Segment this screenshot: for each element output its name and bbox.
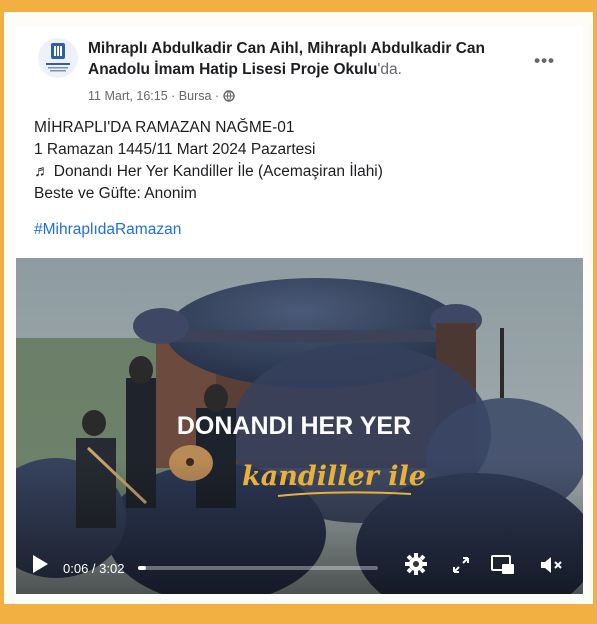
place-suffix: 'da.: [377, 61, 402, 78]
post-body: MİHRAPLI'DA RAMAZAN NAĞME-01 1 Ramazan 1…: [34, 117, 383, 205]
meta-dot: ·: [167, 89, 179, 103]
meta-dot: ·: [211, 89, 223, 103]
video-title-line2: kandiller ile: [242, 461, 426, 492]
video-title-line1: DONANDI HER YER: [177, 412, 411, 440]
pip-icon[interactable]: [491, 555, 515, 580]
video-controls: 0:06 / 3:02: [16, 544, 583, 594]
more-options-button[interactable]: •••: [534, 51, 555, 71]
fullscreen-icon[interactable]: [452, 556, 470, 579]
time-separator: /: [88, 561, 100, 576]
play-icon[interactable]: [31, 554, 49, 579]
post-line: Beste ve Güfte: Anonim: [34, 185, 197, 202]
globe-icon: [222, 90, 235, 105]
post-location[interactable]: Bursa: [179, 89, 212, 103]
author-name-link[interactable]: Mihraplı Abdulkadir Can Aihl: [88, 40, 299, 57]
post-meta: 11 Mart, 16:15 · Bursa ·: [88, 89, 235, 105]
post-header: Mihraplı Abdulkadir Can Aihl, Mihraplı A…: [88, 38, 528, 80]
post-line: 1 Ramazan 1445/11 Mart 2024 Pazartesi: [34, 141, 316, 158]
progress-fill: [138, 566, 146, 570]
post-line: MİHRAPLI'DA RAMAZAN NAĞME-01: [34, 119, 295, 136]
progress-bar[interactable]: [138, 566, 378, 570]
current-time: 0:06: [63, 561, 89, 576]
post-line: ♬ Donandı Her Yer Kandiller İle (Acemaşi…: [34, 163, 383, 180]
post-timestamp[interactable]: 11 Mart, 16:15: [88, 89, 168, 103]
school-logo-avatar[interactable]: [38, 38, 78, 78]
video-player[interactable]: DONANDI HER YER kandiller ile 0:06 / 3:0…: [16, 258, 583, 594]
duration: 3:02: [99, 561, 125, 576]
hashtag-link[interactable]: #MihraplıdaRamazan: [34, 221, 181, 239]
gear-icon[interactable]: [405, 553, 427, 580]
mute-icon[interactable]: [540, 555, 564, 580]
video-time: 0:06 / 3:02: [63, 561, 124, 576]
facebook-post-card: Mihraplı Abdulkadir Can Aihl, Mihraplı A…: [16, 26, 583, 600]
